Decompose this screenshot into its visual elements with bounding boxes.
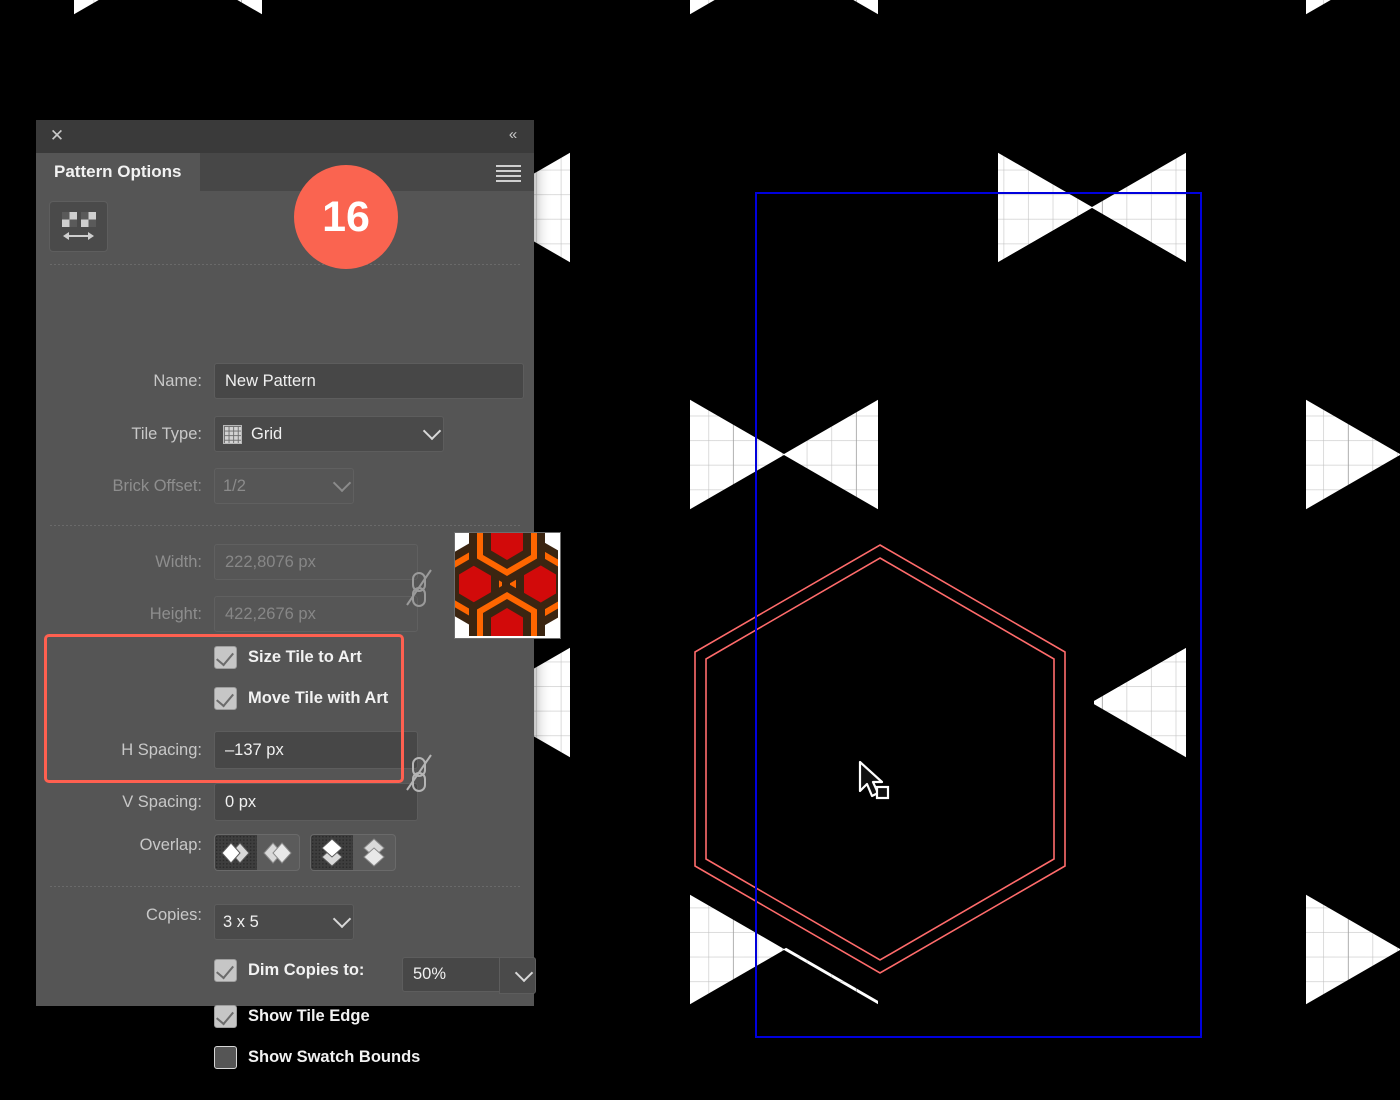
width-label: Width: [155, 552, 202, 571]
height-row: Height: 422,2676 px [36, 596, 534, 632]
panel-title: Pattern Options [54, 162, 182, 181]
copies-label: Copies: [146, 906, 202, 924]
brick-offset-value: 1/2 [223, 476, 246, 495]
pattern-name-input[interactable]: New Pattern [214, 363, 524, 399]
show-tile-edge-row[interactable]: Show Tile Edge [214, 1005, 370, 1028]
overlap-label: Overlap: [139, 836, 202, 854]
height-value: 422,2676 px [225, 604, 316, 623]
broken-chain-icon-size[interactable] [404, 566, 434, 608]
show-swatch-bounds-label: Show Swatch Bounds [248, 1048, 421, 1066]
overlap-top-in-front-button[interactable] [311, 835, 353, 870]
dim-copies-value[interactable]: 50% [402, 957, 499, 992]
brick-offset-label: Brick Offset: [112, 476, 202, 495]
show-swatch-bounds-row[interactable]: Show Swatch Bounds [214, 1046, 420, 1069]
pattern-options-panel[interactable]: ✕ « Pattern Options Name: New Pattern Ti… [36, 120, 561, 1069]
hamburger-menu-icon[interactable] [496, 165, 521, 182]
tile-type-label: Tile Type: [131, 424, 202, 443]
move-tile-with-art-checkbox[interactable] [214, 687, 237, 710]
move-tile-with-art-row[interactable]: Move Tile with Art [214, 687, 388, 710]
height-input: 422,2676 px [214, 596, 418, 632]
panel-divider [50, 264, 520, 265]
chevron-down-icon [332, 909, 352, 929]
chevron-down-icon [422, 421, 442, 441]
width-row: Width: 222,8076 px [36, 544, 534, 580]
copies-value: 3 x 5 [223, 912, 259, 931]
h-spacing-row: H Spacing: –137 px [36, 731, 534, 769]
overlap-left-in-front-button[interactable] [215, 835, 257, 870]
chevron-down-icon [514, 963, 534, 982]
mouse-cursor [858, 760, 890, 800]
dim-copies-checkbox[interactable] [214, 959, 237, 982]
step-number: 16 [322, 192, 370, 241]
screen: .dim .c1{fill:#9c9184} .dim .c2{fill:#fb… [0, 0, 1400, 1100]
collapse-panel-icon[interactable]: « [502, 126, 522, 144]
brick-offset-row: Brick Offset: 1/2 [36, 468, 534, 504]
chevron-down-icon [332, 473, 352, 493]
broken-chain-icon-spacing[interactable] [404, 751, 434, 793]
overlap-left-in-front-icon [221, 841, 250, 864]
overlap-row: Overlap: [36, 836, 202, 855]
dim-copies-select[interactable]: 50% [402, 957, 536, 994]
tile-type-select[interactable]: Grid [214, 416, 444, 452]
name-label: Name: [153, 371, 202, 390]
v-spacing-label: V Spacing: [122, 792, 202, 811]
dim-copies-dropdown-button[interactable] [499, 957, 536, 994]
move-tile-with-art-label: Move Tile with Art [248, 689, 389, 707]
dim-copies-row[interactable]: Dim Copies to: [214, 959, 364, 982]
panel-tab-strip: Pattern Options [36, 153, 534, 191]
size-tile-to-art-label: Size Tile to Art [248, 648, 362, 666]
overlap-bottom-in-front-icon [363, 837, 385, 867]
panel-divider-2 [50, 525, 520, 526]
overlap-horizontal-group[interactable] [214, 834, 300, 871]
dim-copies-label: Dim Copies to: [248, 961, 365, 979]
height-label: Height: [149, 604, 202, 623]
copies-row: Copies: [36, 906, 202, 925]
panel-titlebar: ✕ « [36, 120, 534, 153]
v-spacing-row: V Spacing: 0 px [36, 783, 534, 821]
width-value: 222,8076 px [225, 552, 316, 571]
pattern-name-value: New Pattern [225, 371, 316, 390]
size-tile-to-art-row[interactable]: Size Tile to Art [214, 646, 362, 669]
tile-type-row: Tile Type: Grid [36, 416, 534, 452]
overlap-right-in-front-button[interactable] [257, 835, 299, 870]
tile-separation-tool-button[interactable] [49, 201, 108, 252]
h-spacing-input[interactable]: –137 px [214, 731, 418, 769]
overlap-bottom-in-front-button[interactable] [353, 835, 395, 870]
panel-divider-3 [50, 886, 520, 887]
show-tile-edge-label: Show Tile Edge [248, 1007, 370, 1025]
show-tile-edge-checkbox[interactable] [214, 1005, 237, 1028]
step-number-badge: 16 [294, 165, 398, 269]
grid-icon [223, 424, 242, 444]
h-spacing-value: –137 px [225, 740, 284, 759]
show-swatch-bounds-checkbox[interactable] [214, 1046, 237, 1069]
h-spacing-label: H Spacing: [121, 740, 202, 759]
tab-pattern-options[interactable]: Pattern Options [36, 153, 200, 191]
tile-separation-tool-icon [62, 212, 96, 240]
panel-body: Name: New Pattern Tile Type: Grid Brick … [36, 191, 561, 1069]
width-input: 222,8076 px [214, 544, 418, 580]
brick-offset-select: 1/2 [214, 468, 354, 504]
tile-type-value: Grid [251, 424, 283, 443]
overlap-vertical-group[interactable] [310, 834, 396, 871]
v-spacing-value: 0 px [225, 792, 257, 811]
size-tile-to-art-checkbox[interactable] [214, 646, 237, 669]
overlap-right-in-front-icon [263, 841, 292, 864]
v-spacing-input[interactable]: 0 px [214, 783, 418, 821]
close-icon[interactable]: ✕ [48, 127, 66, 145]
name-row: Name: New Pattern [36, 363, 534, 399]
overlap-top-in-front-icon [321, 837, 343, 867]
tile-edge-rectangle [755, 192, 1202, 1038]
copies-select[interactable]: 3 x 5 [214, 904, 354, 940]
